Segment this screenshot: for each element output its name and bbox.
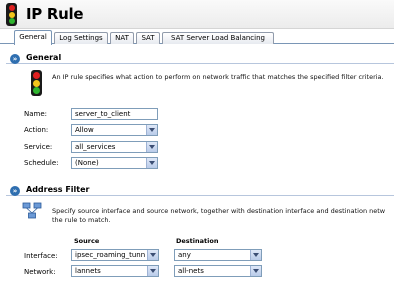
source-network-select[interactable]: lannets bbox=[71, 265, 159, 277]
traffic-light-icon bbox=[6, 3, 17, 26]
interface-label: Interface: bbox=[24, 252, 58, 260]
traffic-light-icon bbox=[31, 70, 42, 96]
tab-nat[interactable]: NAT bbox=[110, 32, 134, 44]
section-address-filter-header[interactable]: » Address Filter bbox=[6, 185, 394, 196]
chevron-down-icon[interactable] bbox=[147, 266, 158, 276]
action-label: Action: bbox=[24, 126, 49, 134]
schedule-value: (None) bbox=[75, 159, 99, 167]
section-address-filter-title: Address Filter bbox=[26, 185, 90, 194]
chevron-down-icon[interactable] bbox=[250, 266, 261, 276]
destination-network-select[interactable]: all-nets bbox=[174, 265, 262, 277]
name-label: Name: bbox=[24, 110, 48, 118]
service-value: all_services bbox=[75, 143, 116, 151]
service-select[interactable]: all_services bbox=[71, 141, 158, 153]
chevron-down-icon[interactable] bbox=[146, 125, 157, 135]
chevron-down-icon[interactable] bbox=[147, 250, 158, 260]
expand-icon[interactable]: » bbox=[10, 186, 20, 196]
section-general-header[interactable]: » General bbox=[6, 53, 394, 64]
tab-general[interactable]: General bbox=[14, 30, 52, 45]
chevron-down-icon[interactable] bbox=[250, 250, 261, 260]
destination-network-value: all-nets bbox=[178, 267, 204, 275]
schedule-select[interactable]: (None) bbox=[71, 157, 158, 169]
address-filter-description-line2: the rule to match. bbox=[52, 216, 111, 224]
title-bar: IP Rule bbox=[0, 0, 394, 29]
destination-interface-select[interactable]: any bbox=[174, 249, 262, 261]
source-column-header: Source bbox=[74, 237, 100, 245]
general-description: An IP rule specifies what action to perf… bbox=[52, 73, 384, 81]
schedule-label: Schedule: bbox=[24, 159, 59, 167]
tab-sat[interactable]: SAT bbox=[136, 32, 160, 44]
name-input[interactable]: server_to_client bbox=[71, 108, 158, 120]
network-icon bbox=[22, 202, 42, 219]
service-label: Service: bbox=[24, 143, 53, 151]
address-filter-description-line1: Specify source interface and source netw… bbox=[52, 207, 386, 215]
chevron-down-icon[interactable] bbox=[146, 142, 157, 152]
source-network-value: lannets bbox=[75, 267, 101, 275]
action-select[interactable]: Allow bbox=[71, 124, 158, 136]
tab-sat-server-load-balancing[interactable]: SAT Server Load Balancing bbox=[162, 32, 274, 44]
destination-column-header: Destination bbox=[176, 237, 219, 245]
network-label: Network: bbox=[24, 268, 56, 276]
page-title: IP Rule bbox=[26, 5, 84, 23]
tab-strip: General Log Settings NAT SAT SAT Server … bbox=[0, 30, 394, 45]
action-value: Allow bbox=[75, 126, 94, 134]
section-general-title: General bbox=[26, 53, 62, 62]
chevron-down-icon[interactable] bbox=[146, 158, 157, 168]
source-interface-select[interactable]: ipsec_roaming_tunn bbox=[71, 249, 159, 261]
source-interface-value: ipsec_roaming_tunn bbox=[75, 251, 146, 259]
tab-log-settings[interactable]: Log Settings bbox=[54, 32, 108, 44]
expand-icon[interactable]: » bbox=[10, 54, 20, 64]
destination-interface-value: any bbox=[178, 251, 191, 259]
